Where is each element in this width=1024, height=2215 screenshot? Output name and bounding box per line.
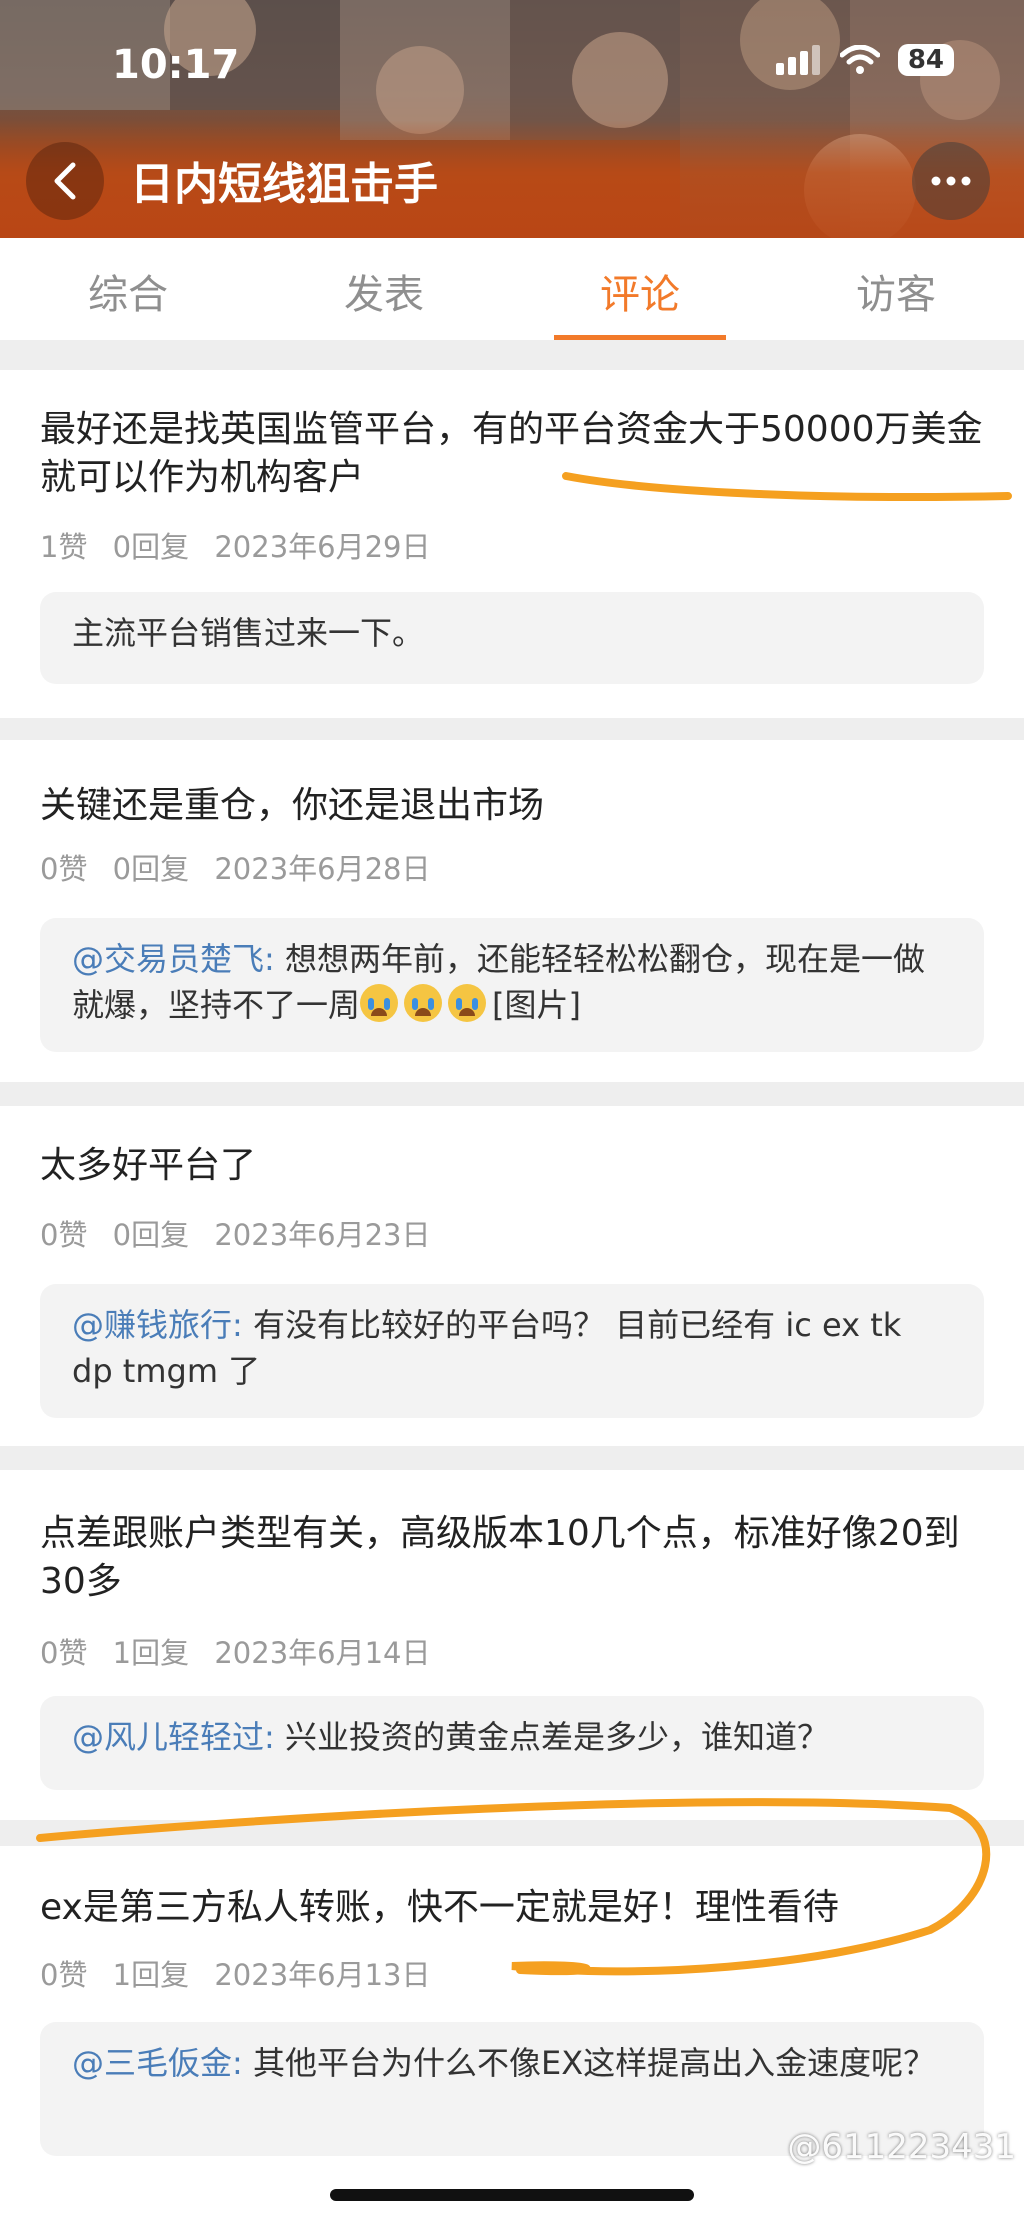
reply-mention[interactable]: @三毛仮金:: [72, 2044, 243, 2082]
reply-count[interactable]: 0回复: [113, 530, 189, 564]
status-icons: 84: [775, 44, 954, 76]
more-options-button[interactable]: [912, 142, 990, 220]
tab-visitors[interactable]: 访客: [768, 238, 1024, 340]
profile-header: 10:17 84 日内短线狙击手: [0, 0, 1024, 238]
quoted-reply[interactable]: @赚钱旅行: 有没有比较好的平台吗？ 目前已经有 ic ex tk dp tmg…: [40, 1284, 984, 1418]
signal-icon: [775, 45, 820, 75]
comment-meta: 0赞 0回复 2023年6月28日: [40, 846, 447, 888]
comment-date: 2023年6月29日: [214, 530, 431, 564]
like-count[interactable]: 0赞: [40, 1218, 87, 1252]
comment-date: 2023年6月28日: [214, 852, 431, 886]
reply-count[interactable]: 0回复: [113, 1218, 189, 1252]
comment-text: ex是第三方私人转账，快不一定就是好！理性看待: [40, 1887, 839, 1928]
status-time: 10:17: [112, 42, 240, 88]
comment-card[interactable]: 太多好平台了 0赞 0回复 2023年6月23日 @赚钱旅行: 有没有比较好的平…: [0, 1106, 1024, 1446]
back-button[interactable]: [26, 142, 104, 220]
tab-posts[interactable]: 发表: [256, 238, 512, 340]
watermark: @611223431: [787, 2127, 1016, 2167]
quoted-reply[interactable]: 主流平台销售过来一下。: [40, 592, 984, 684]
quoted-reply[interactable]: @交易员楚飞: 想想两年前，还能轻轻松松翻仓，现在是一做就爆，坚持不了一周 [图片…: [40, 918, 984, 1052]
comment-card[interactable]: 点差跟账户类型有关，高级版本10几个点，标准好像20到30多 0赞 1回复 20…: [0, 1470, 1024, 1820]
quoted-reply[interactable]: @风儿轻轻过: 兴业投资的黄金点差是多少，谁知道？: [40, 1696, 984, 1790]
comment-meta: 0赞 0回复 2023年6月23日: [40, 1212, 447, 1254]
reply-mention[interactable]: @交易员楚飞:: [72, 940, 275, 978]
tab-bar: 综合 发表 评论 访客: [0, 238, 1024, 340]
like-count[interactable]: 1赞: [40, 530, 87, 564]
like-count[interactable]: 0赞: [40, 1958, 87, 1992]
comment-card[interactable]: 最好还是找英国监管平台，有的平台资金大于50000万美金就可以作为机构客户 1赞…: [0, 370, 1024, 718]
reply-count[interactable]: 0回复: [113, 852, 189, 886]
comment-meta: 1赞 0回复 2023年6月29日: [40, 524, 447, 566]
comment-text: 关键还是重仓，你还是退出市场: [40, 785, 545, 826]
tab-overview[interactable]: 综合: [0, 238, 256, 340]
comment-text: 最好还是找英国监管平台，有的平台资金大于50000万美金就可以作为机构客户: [40, 409, 983, 498]
crying-face-icon: [404, 984, 443, 1022]
battery-indicator: 84: [897, 44, 954, 76]
crying-face-icon: [448, 984, 487, 1022]
ellipsis-icon: [931, 176, 971, 186]
tab-comments[interactable]: 评论: [512, 238, 768, 340]
like-count[interactable]: 0赞: [40, 1636, 87, 1670]
like-count[interactable]: 0赞: [40, 852, 87, 886]
chevron-left-icon: [54, 162, 76, 200]
reply-text: 兴业投资的黄金点差是多少，谁知道？: [274, 1718, 829, 1756]
comment-date: 2023年6月23日: [214, 1218, 431, 1252]
reply-count[interactable]: 1回复: [113, 1958, 189, 1992]
reply-text: 其他平台为什么不像EX这样提高出入金速度呢？: [242, 2044, 936, 2082]
comment-text: 太多好平台了: [40, 1145, 257, 1186]
crying-face-icon: [360, 984, 399, 1022]
image-placeholder-text[interactable]: [图片]: [492, 986, 581, 1024]
reply-text: 主流平台销售过来一下。: [72, 614, 425, 652]
home-indicator[interactable]: [330, 2189, 694, 2201]
comment-text: 点差跟账户类型有关，高级版本10几个点，标准好像20到30多: [40, 1513, 960, 1602]
comment-meta: 0赞 1回复 2023年6月14日: [40, 1630, 447, 1672]
comment-meta: 0赞 1回复 2023年6月13日: [40, 1952, 447, 1994]
reply-mention[interactable]: @赚钱旅行:: [72, 1306, 243, 1344]
comment-date: 2023年6月14日: [214, 1636, 431, 1670]
wifi-icon: [839, 45, 880, 74]
reply-mention[interactable]: @风儿轻轻过:: [72, 1718, 275, 1756]
page-title: 日内短线狙击手: [130, 159, 438, 210]
comment-date: 2023年6月13日: [214, 1958, 431, 1992]
comment-card[interactable]: 关键还是重仓，你还是退出市场 0赞 0回复 2023年6月28日 @交易员楚飞:…: [0, 740, 1024, 1082]
reply-count[interactable]: 1回复: [113, 1636, 189, 1670]
